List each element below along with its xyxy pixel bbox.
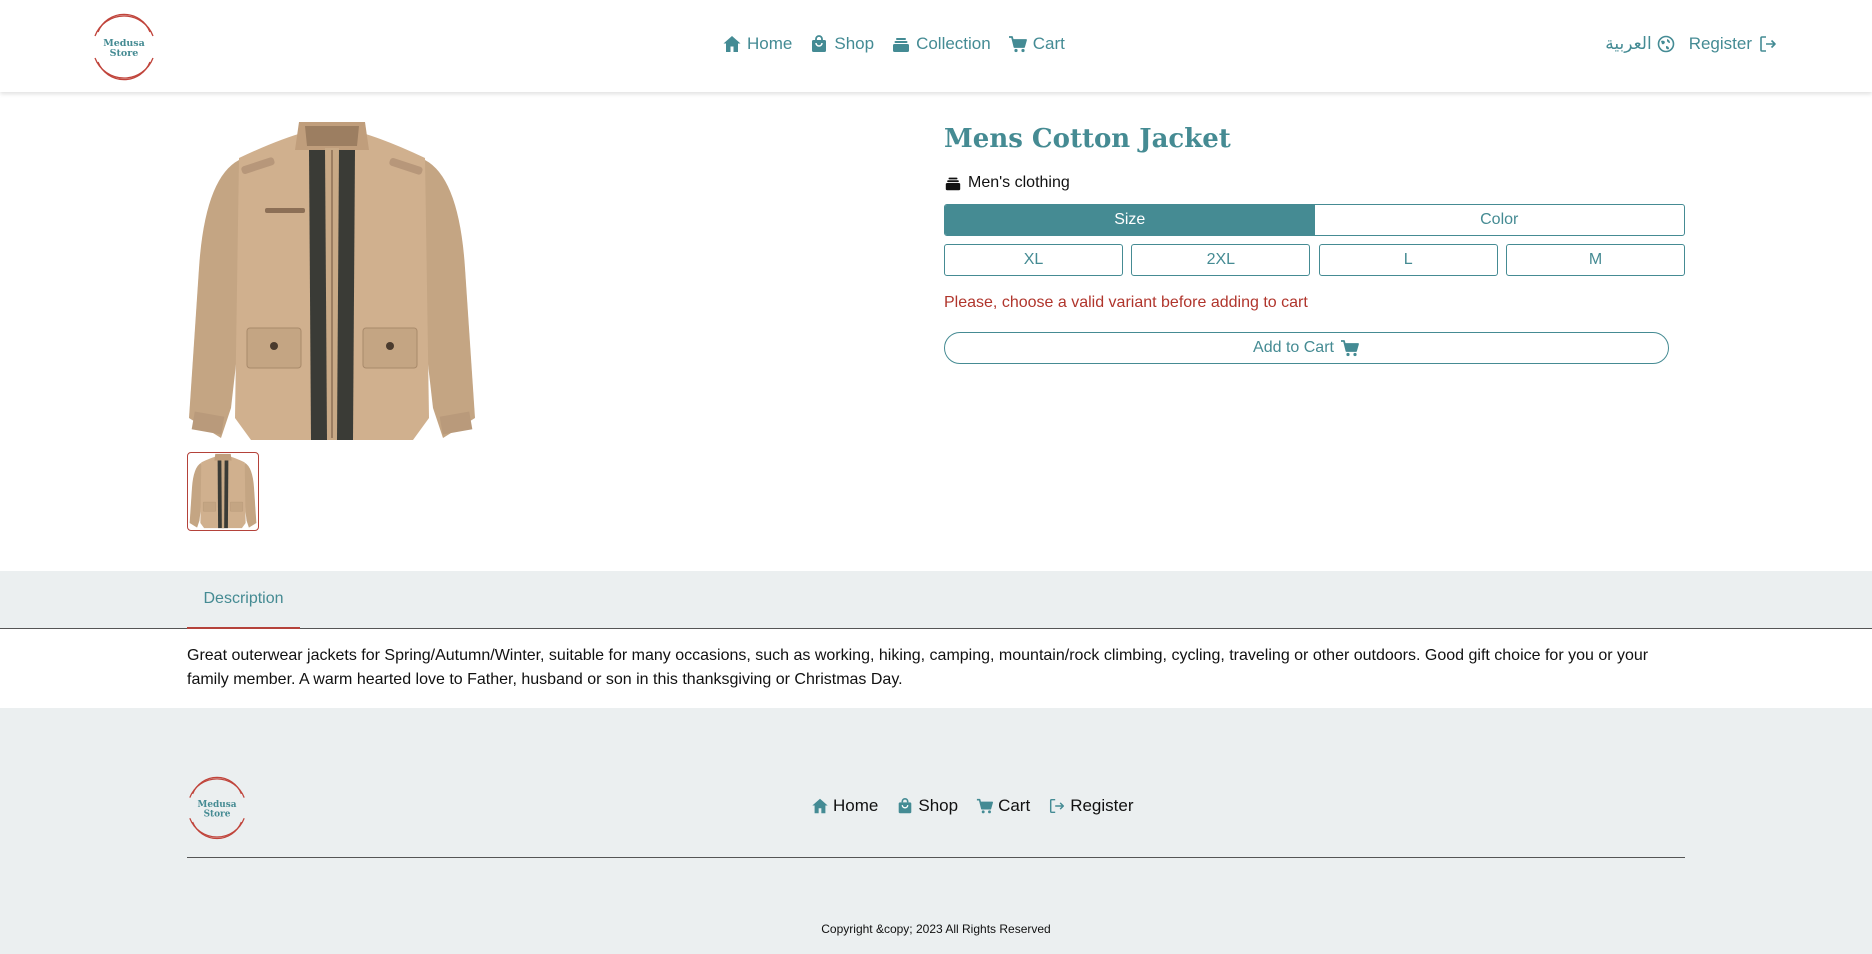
- shopping-bag-icon: [896, 797, 914, 815]
- cart-icon: [976, 797, 994, 815]
- globe-icon: [1657, 35, 1675, 53]
- product-category-label: Men's clothing: [968, 174, 1070, 191]
- language-label: العربية: [1605, 34, 1652, 53]
- register-link[interactable]: Register: [1689, 34, 1778, 54]
- footer-nav: Home Shop Cart Register: [811, 796, 1152, 816]
- variant-tabs: Size Color: [944, 204, 1685, 236]
- size-option-xl[interactable]: XL: [944, 244, 1123, 276]
- register-label: Register: [1688, 34, 1752, 53]
- footer-nav-cart[interactable]: Cart: [976, 796, 1030, 816]
- add-to-cart-label: Add to Cart: [1253, 339, 1334, 356]
- nav-home-label: Home: [747, 34, 793, 53]
- footer-nav-cart-label: Cart: [998, 796, 1031, 815]
- cart-icon: [1340, 338, 1360, 358]
- home-icon: [722, 34, 742, 54]
- footer-nav-register[interactable]: Register: [1048, 796, 1134, 816]
- size-option-l[interactable]: L: [1318, 244, 1498, 276]
- footer-nav-home-label: Home: [833, 796, 879, 815]
- nav-home[interactable]: Home: [722, 34, 792, 54]
- collection-icon: [944, 174, 962, 192]
- size-option-m[interactable]: M: [1505, 244, 1685, 276]
- size-option-2xl[interactable]: 2XL: [1131, 244, 1311, 276]
- product-main-image: [187, 118, 477, 448]
- footer-divider: [187, 857, 1685, 858]
- main-nav: Home Shop Collection Cart: [722, 34, 1082, 54]
- description-tab-bar: Description: [0, 571, 1872, 629]
- sign-in-icon: [1758, 34, 1778, 54]
- product-category: Men's clothing: [944, 174, 1070, 192]
- nav-collection[interactable]: Collection: [891, 34, 991, 54]
- nav-cart[interactable]: Cart: [1008, 34, 1065, 54]
- footer-logo-text-line2: Store: [204, 809, 231, 819]
- copyright-text: Copyright &copy; 2023 All Rights Reserve…: [821, 922, 1051, 936]
- tab-color[interactable]: Color: [1315, 205, 1685, 235]
- nav-collection-label: Collection: [916, 34, 991, 53]
- logo-text-line2: Store: [110, 48, 139, 59]
- footer-nav-home[interactable]: Home: [811, 796, 878, 816]
- collection-icon: [891, 34, 911, 54]
- footer-nav-shop-label: Shop: [918, 796, 959, 815]
- header-actions: العربية Register: [1605, 34, 1778, 54]
- size-options: XL 2XL L M: [944, 244, 1685, 276]
- tab-description[interactable]: Description: [187, 571, 300, 629]
- store-logo[interactable]: Medusa Store: [92, 10, 156, 82]
- footer-logo[interactable]: Medusa Store: [187, 772, 247, 842]
- sign-in-icon: [1048, 797, 1066, 815]
- variant-error-message: Please, choose a valid variant before ad…: [944, 294, 1308, 311]
- footer-nav-register-label: Register: [1070, 796, 1134, 815]
- nav-shop-label: Shop: [834, 34, 875, 53]
- shopping-bag-icon: [809, 34, 829, 54]
- footer-nav-shop[interactable]: Shop: [896, 796, 958, 816]
- site-header: Medusa Store Home Shop Collection Cart ا…: [0, 0, 1872, 92]
- site-footer: Medusa Store Home Shop Cart Register Cop…: [0, 708, 1872, 954]
- language-switcher[interactable]: العربية: [1605, 34, 1674, 54]
- nav-shop[interactable]: Shop: [809, 34, 874, 54]
- product-description: Great outerwear jackets for Spring/Autum…: [187, 647, 1649, 688]
- tab-size[interactable]: Size: [945, 205, 1315, 235]
- product-title: Mens Cotton Jacket: [944, 124, 1231, 154]
- home-icon: [811, 797, 829, 815]
- nav-cart-label: Cart: [1032, 34, 1065, 53]
- product-thumbnail[interactable]: [187, 452, 259, 531]
- add-to-cart-button[interactable]: Add to Cart: [944, 332, 1669, 364]
- cart-icon: [1008, 34, 1028, 54]
